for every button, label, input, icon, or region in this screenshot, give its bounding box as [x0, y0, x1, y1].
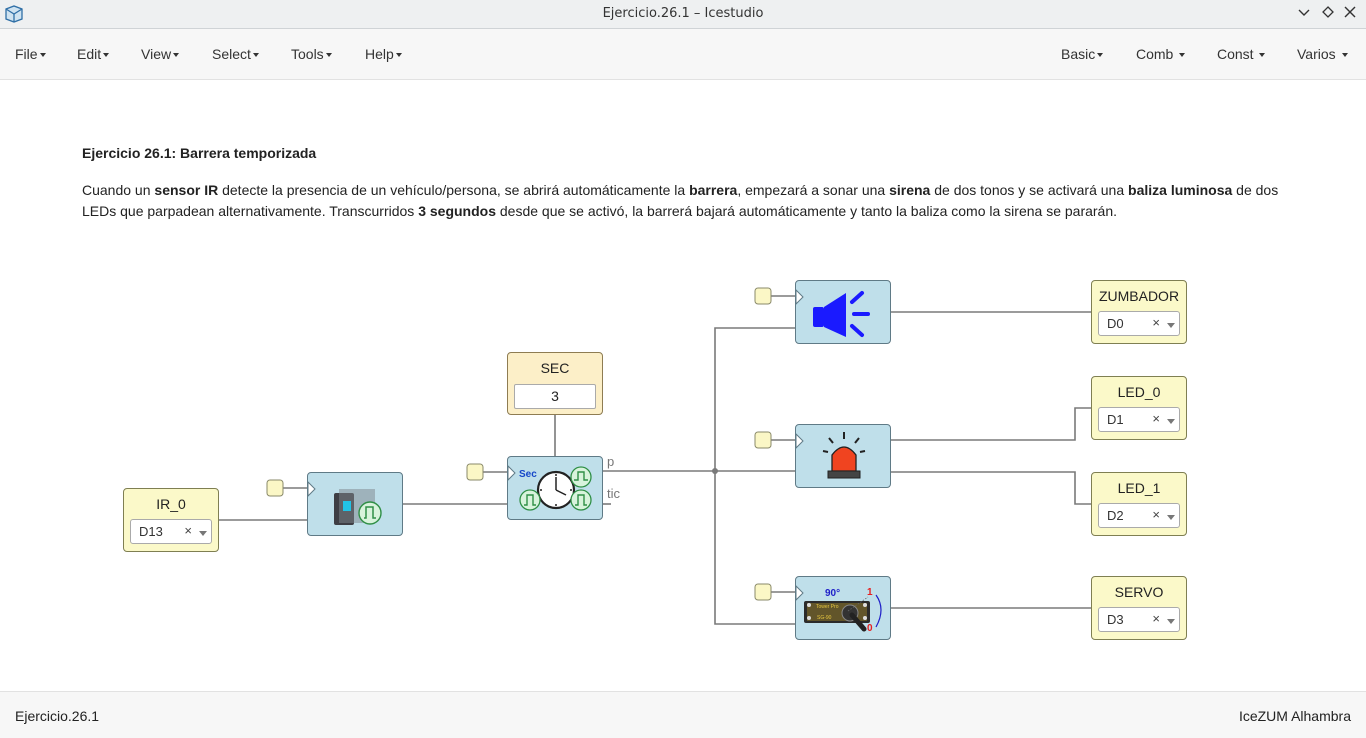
- output-block-zumbador[interactable]: ZUMBADOR D0 ×: [1091, 280, 1187, 344]
- block-label: LED_1: [1117, 480, 1161, 496]
- statusbar: Ejercicio.26.1 IceZUM Alhambra: [0, 691, 1366, 738]
- menubar: File Edit View Select Tools Help Basic C…: [0, 29, 1366, 80]
- svg-text:90°: 90°: [825, 588, 840, 599]
- chevron-down-icon[interactable]: [1167, 323, 1175, 328]
- menu-const[interactable]: Const: [1217, 46, 1266, 62]
- port-label-p: p: [607, 454, 615, 469]
- pin-select[interactable]: D0 ×: [1098, 311, 1180, 336]
- caret-down-icon: [252, 53, 259, 57]
- clock-pin: [754, 431, 772, 449]
- clear-icon[interactable]: ×: [184, 523, 192, 538]
- ir-sensor-block[interactable]: [307, 472, 403, 536]
- clear-icon[interactable]: ×: [1152, 507, 1160, 522]
- beacon-light-icon: [795, 432, 866, 479]
- caret-down-icon: [173, 53, 180, 57]
- block-label: ZUMBADOR: [1098, 288, 1180, 304]
- window-titlebar: Ejercicio.26.1 – Icestudio: [0, 0, 1366, 29]
- constant-value-input[interactable]: 3: [514, 384, 596, 409]
- chevron-down-icon[interactable]: [199, 531, 207, 536]
- wire: [714, 471, 795, 625]
- menu-varios[interactable]: Varios: [1297, 46, 1348, 62]
- caret-down-icon: [395, 53, 402, 57]
- status-project-name: Ejercicio.26.1: [15, 708, 100, 724]
- wire-junction: [712, 468, 718, 474]
- ir-sensor-icon: [307, 480, 382, 525]
- clock-pin: [266, 479, 284, 497]
- beacon-block[interactable]: [795, 424, 891, 488]
- status-board-name[interactable]: IceZUM Alhambra: [1239, 708, 1351, 724]
- output-block-led0[interactable]: LED_0 D1 ×: [1091, 376, 1187, 440]
- caret-down-icon: [103, 53, 110, 57]
- minimize-icon[interactable]: [1296, 5, 1312, 23]
- output-block-servo[interactable]: SERVO D3 ×: [1091, 576, 1187, 640]
- menu-edit[interactable]: Edit: [77, 46, 110, 62]
- timer-icon: Sec: [507, 464, 592, 511]
- menu-help[interactable]: Help: [365, 46, 402, 62]
- clock-pin: [754, 583, 772, 601]
- output-block-led1[interactable]: LED_1 D2 ×: [1091, 472, 1187, 536]
- svg-text:Sec: Sec: [519, 469, 537, 480]
- svg-text:Tower Pro: Tower Pro: [816, 604, 839, 610]
- wire: [714, 327, 795, 471]
- caret-down-icon: [1259, 53, 1266, 57]
- caret-down-icon: [1179, 53, 1186, 57]
- maximize-icon[interactable]: [1320, 5, 1336, 23]
- svg-text:1: 1: [867, 587, 873, 598]
- close-icon[interactable]: [1342, 5, 1358, 23]
- servo-block[interactable]: 90° Tower Pro SG-90 1 0: [795, 576, 891, 640]
- clear-icon[interactable]: ×: [1152, 411, 1160, 426]
- pin-select[interactable]: D2 ×: [1098, 503, 1180, 528]
- timer-block[interactable]: Sec: [507, 456, 603, 520]
- block-label: IR_0: [156, 496, 186, 512]
- clear-icon[interactable]: ×: [1152, 315, 1160, 330]
- clock-pin: [466, 463, 484, 481]
- svg-text:SG-90: SG-90: [817, 615, 832, 621]
- pin-select[interactable]: D13 ×: [130, 519, 212, 544]
- pin-select[interactable]: D1 ×: [1098, 407, 1180, 432]
- servo-motor-icon: 90° Tower Pro SG-90 1 0: [795, 584, 882, 634]
- block-label: SEC: [540, 360, 570, 376]
- caret-down-icon: [1097, 53, 1104, 57]
- menu-view[interactable]: View: [141, 46, 180, 62]
- menu-comb[interactable]: Comb: [1136, 46, 1186, 62]
- loudspeaker-icon: [795, 288, 870, 337]
- menu-file[interactable]: File: [15, 46, 46, 62]
- wire: [891, 407, 1091, 441]
- input-block-ir[interactable]: IR_0 D13 ×: [123, 488, 219, 552]
- svg-text:0: 0: [867, 623, 873, 634]
- chevron-down-icon[interactable]: [1167, 619, 1175, 624]
- menu-select[interactable]: Select: [212, 46, 259, 62]
- chevron-down-icon[interactable]: [1167, 419, 1175, 424]
- window-title: Ejercicio.26.1 – Icestudio: [602, 6, 764, 21]
- siren-block[interactable]: [795, 280, 891, 344]
- caret-down-icon: [1341, 53, 1348, 57]
- clock-pin: [754, 287, 772, 305]
- port-label-tic: tic: [607, 486, 620, 501]
- constant-block-sec[interactable]: SEC 3: [507, 352, 603, 415]
- design-canvas[interactable]: Ejercicio 26.1: Barrera temporizada Cuan…: [0, 80, 1366, 691]
- menu-tools[interactable]: Tools: [291, 46, 332, 62]
- chevron-down-icon[interactable]: [1167, 515, 1175, 520]
- caret-down-icon: [39, 53, 46, 57]
- caret-down-icon: [325, 53, 332, 57]
- pin-select[interactable]: D3 ×: [1098, 607, 1180, 632]
- block-label: LED_0: [1117, 384, 1161, 400]
- menu-basic[interactable]: Basic: [1061, 46, 1104, 62]
- block-label: SERVO: [1114, 584, 1164, 600]
- wire: [891, 471, 1091, 505]
- clear-icon[interactable]: ×: [1152, 611, 1160, 626]
